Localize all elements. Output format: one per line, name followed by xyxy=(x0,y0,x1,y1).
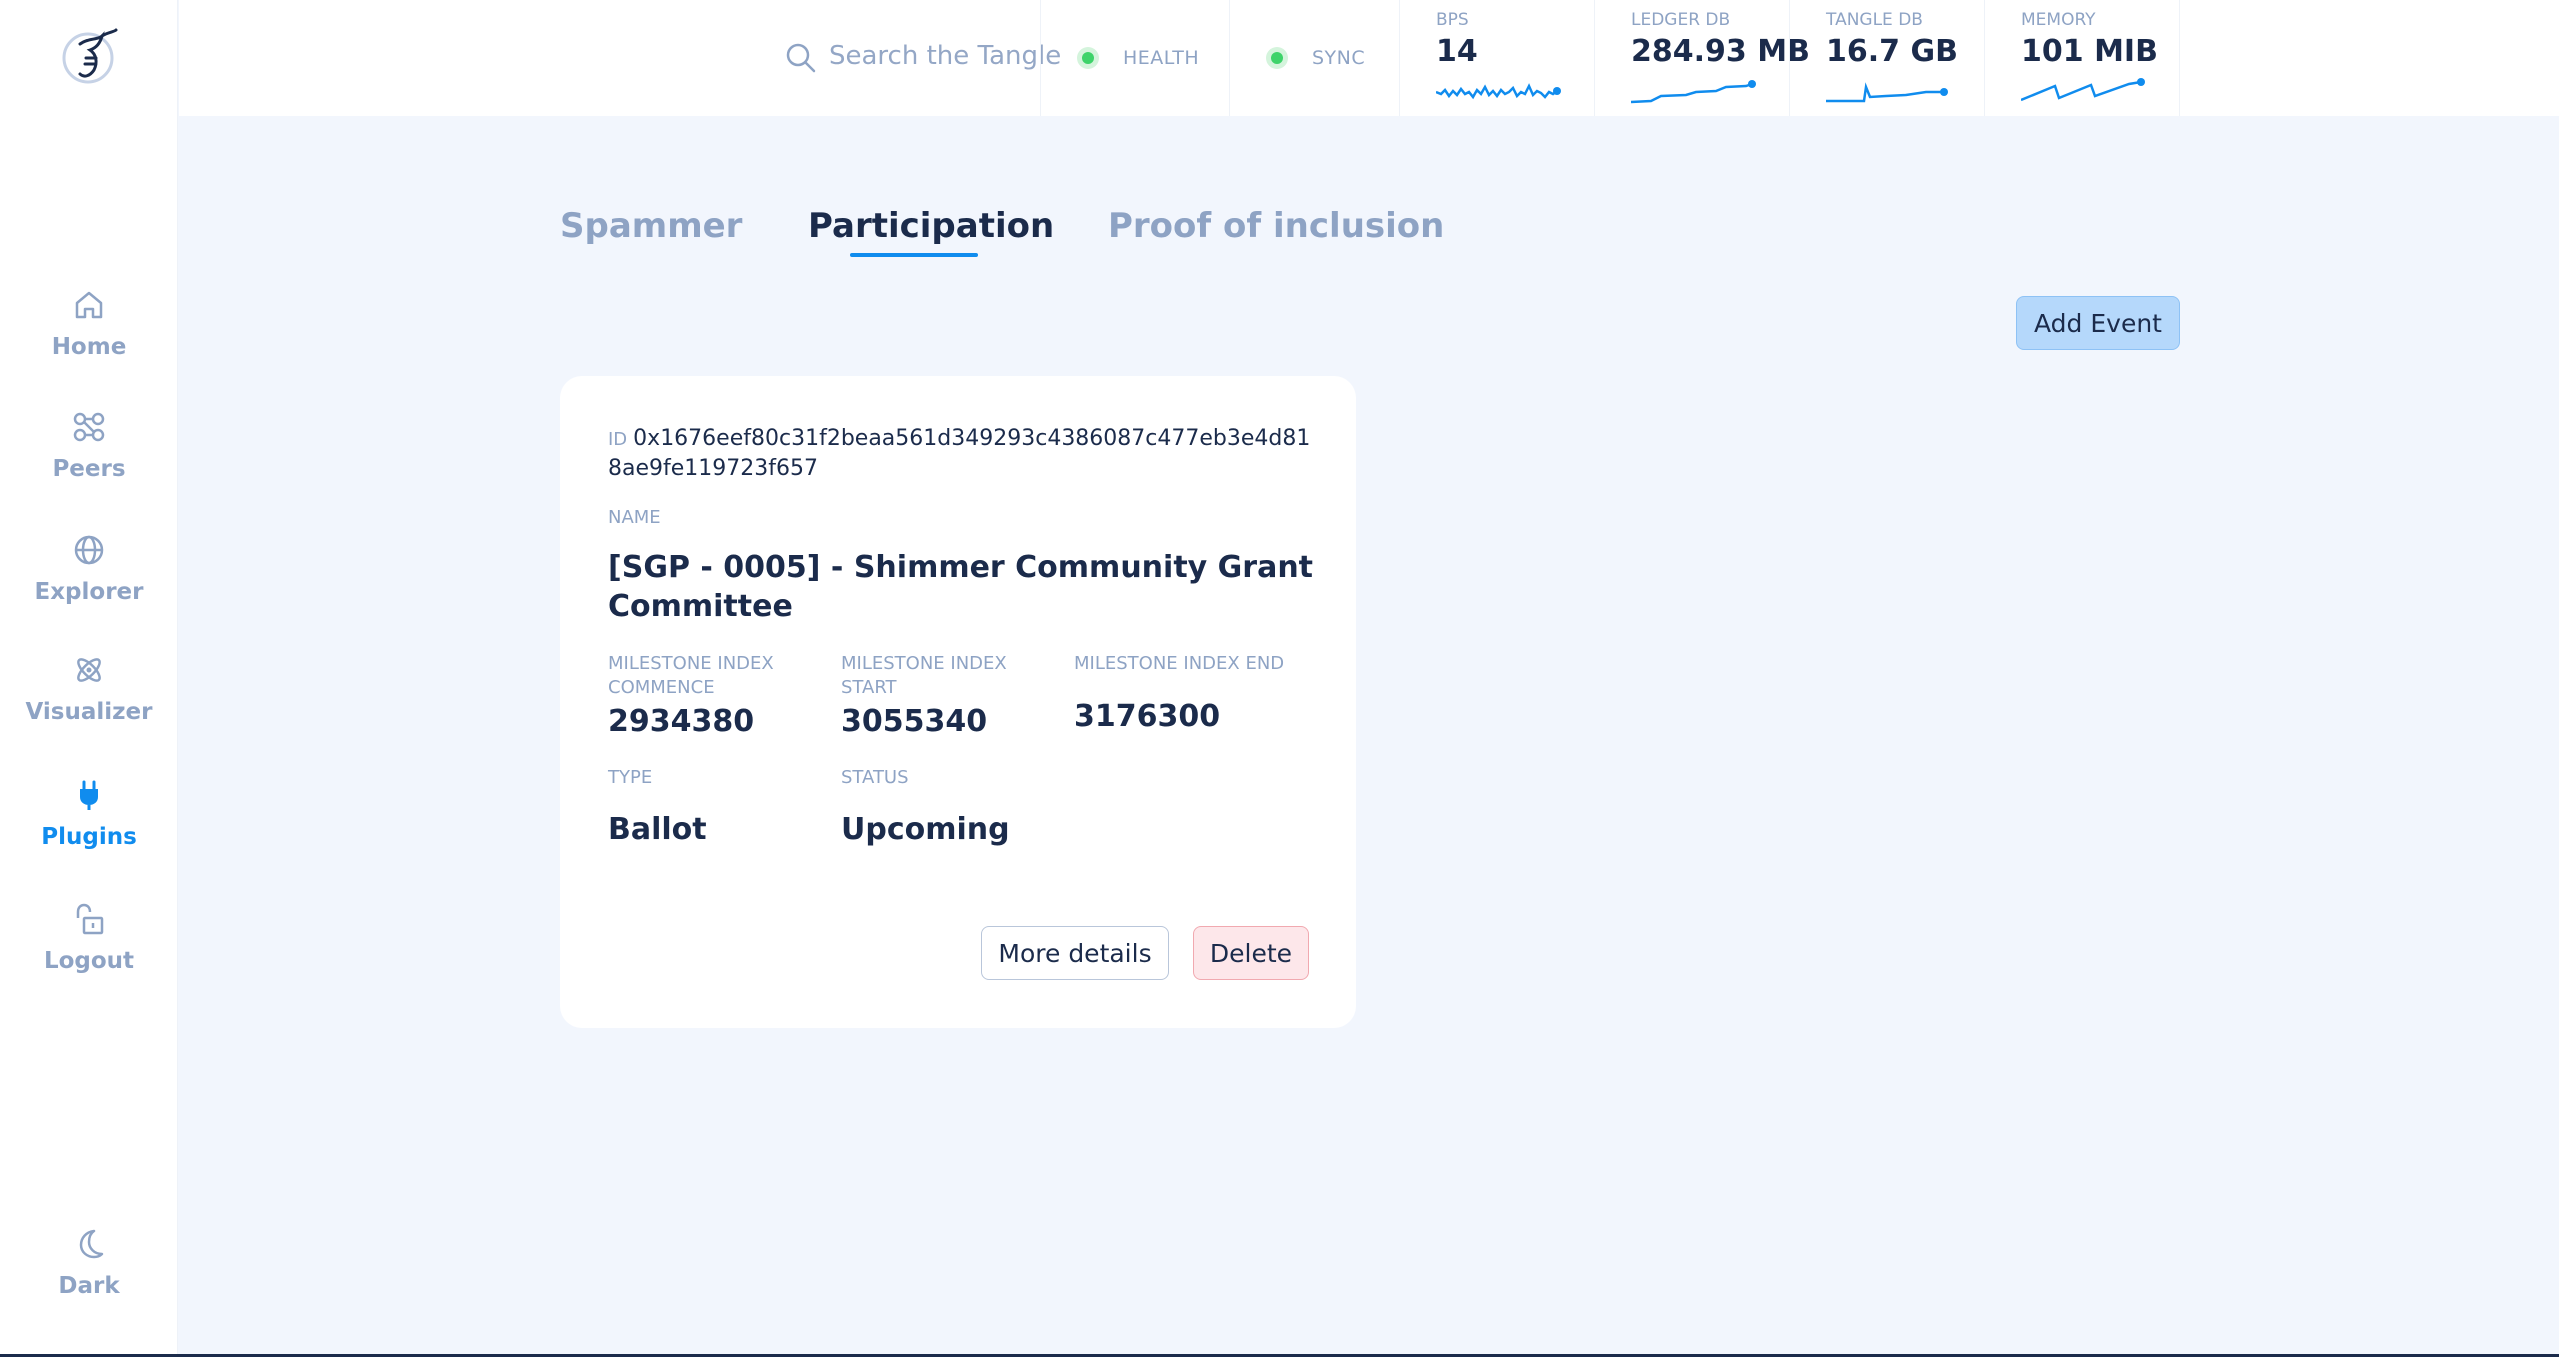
end-value: 3176300 xyxy=(1074,699,1221,734)
metric-value: 14 xyxy=(1436,34,1478,69)
type-value: Ballot xyxy=(608,812,707,847)
header-divider xyxy=(1984,0,1985,116)
type-label: TYPE xyxy=(608,767,653,788)
header-divider xyxy=(2179,0,2180,116)
event-name-label: NAME xyxy=(608,507,661,528)
sync-status: SYNC xyxy=(1266,0,1365,116)
sidebar-item-peers[interactable]: Peers xyxy=(0,410,178,510)
tab-proof-of-inclusion[interactable]: Proof of inclusion xyxy=(1108,206,1444,246)
commence-label: MILESTONE INDEX COMMENCE xyxy=(608,653,774,698)
metric-label: LEDGER DB xyxy=(1631,10,1731,30)
peers-icon xyxy=(73,412,105,442)
health-label: HEALTH xyxy=(1123,47,1200,69)
commence-value: 2934380 xyxy=(608,704,755,739)
active-tab-indicator xyxy=(850,253,978,257)
tab-spammer[interactable]: Spammer xyxy=(560,206,742,246)
unlock-icon xyxy=(76,903,104,935)
tab-participation[interactable]: Participation xyxy=(808,206,1054,246)
globe-icon xyxy=(74,535,104,565)
event-card: ID 0x1676eef80c31f2beaa561d349293c4386087… xyxy=(560,376,1356,1028)
app-root: Home Peers Explorer Visualizer Plugins L… xyxy=(0,0,2559,1357)
end-label: MILESTONE INDEX END xyxy=(1074,653,1285,674)
header-divider xyxy=(1594,0,1595,116)
sidebar-item-label: Plugins xyxy=(41,824,137,850)
sidebar-item-label: Home xyxy=(51,334,127,360)
header-divider xyxy=(1399,0,1400,116)
event-name: [SGP - 0005] - Shimmer Community Grant C… xyxy=(608,550,1314,624)
sidebar-item-explorer[interactable]: Explorer xyxy=(0,533,178,633)
header-divider xyxy=(1040,0,1041,116)
sidebar-item-label: Peers xyxy=(52,456,126,482)
theme-toggle-label: Dark xyxy=(58,1273,120,1299)
start-label: MILESTONE INDEX START xyxy=(841,653,1007,698)
status-value: Upcoming xyxy=(841,812,1010,847)
hornet-logo-icon[interactable] xyxy=(58,24,122,88)
sidebar-item-label: Visualizer xyxy=(25,699,153,725)
theme-toggle-dark[interactable]: Dark xyxy=(0,1227,178,1327)
metric-label: TANGLE DB xyxy=(1826,10,1923,30)
plug-icon xyxy=(80,780,98,810)
event-id-label: ID xyxy=(608,429,628,450)
health-status: HEALTH xyxy=(1077,0,1199,116)
moon-icon xyxy=(79,1229,104,1259)
add-event-button[interactable]: Add Event xyxy=(2016,296,2180,350)
status-label: STATUS xyxy=(841,767,909,788)
memory-sparkline xyxy=(2021,78,2145,102)
bps-sparkline xyxy=(1436,83,1561,100)
more-details-button[interactable]: More details xyxy=(981,926,1169,980)
header-divider xyxy=(1229,0,1230,116)
sync-dot-icon xyxy=(1266,47,1288,69)
sidebar: Home Peers Explorer Visualizer Plugins L… xyxy=(0,0,178,1357)
sidebar-item-label: Logout xyxy=(43,948,135,974)
sidebar-item-logout[interactable]: Logout xyxy=(0,902,178,1002)
home-icon xyxy=(75,291,103,319)
event-id: ID 0x1676eef80c31f2beaa561d349293c4386087… xyxy=(608,424,1318,483)
atom-icon xyxy=(77,658,101,682)
search-icon[interactable] xyxy=(785,42,817,74)
sync-label: SYNC xyxy=(1312,47,1366,69)
sidebar-item-visualizer[interactable]: Visualizer xyxy=(0,653,178,753)
sidebar-item-plugins[interactable]: Plugins xyxy=(0,778,178,878)
metric-label: BPS xyxy=(1436,10,1469,30)
metric-value: 101 MIB xyxy=(2021,34,2158,69)
delete-button[interactable]: Delete xyxy=(1193,926,1309,980)
metric-value: 16.7 GB xyxy=(1826,34,1958,69)
header-divider xyxy=(1789,0,1790,116)
start-value: 3055340 xyxy=(841,704,988,739)
sidebar-item-label: Explorer xyxy=(34,579,144,605)
event-id-value: 0x1676eef80c31f2beaa561d349293c4386087c4… xyxy=(608,426,1311,481)
health-dot-icon xyxy=(1077,47,1099,69)
top-header: HEALTH SYNC BPS 14 LEDGER DB 284.93 MB T… xyxy=(179,0,2559,116)
metric-label: MEMORY xyxy=(2021,10,2096,30)
ledger-sparkline xyxy=(1631,80,1756,104)
tangle-sparkline xyxy=(1826,82,1948,103)
metric-value: 284.93 MB xyxy=(1631,34,1810,69)
sidebar-item-home[interactable]: Home xyxy=(0,288,178,388)
